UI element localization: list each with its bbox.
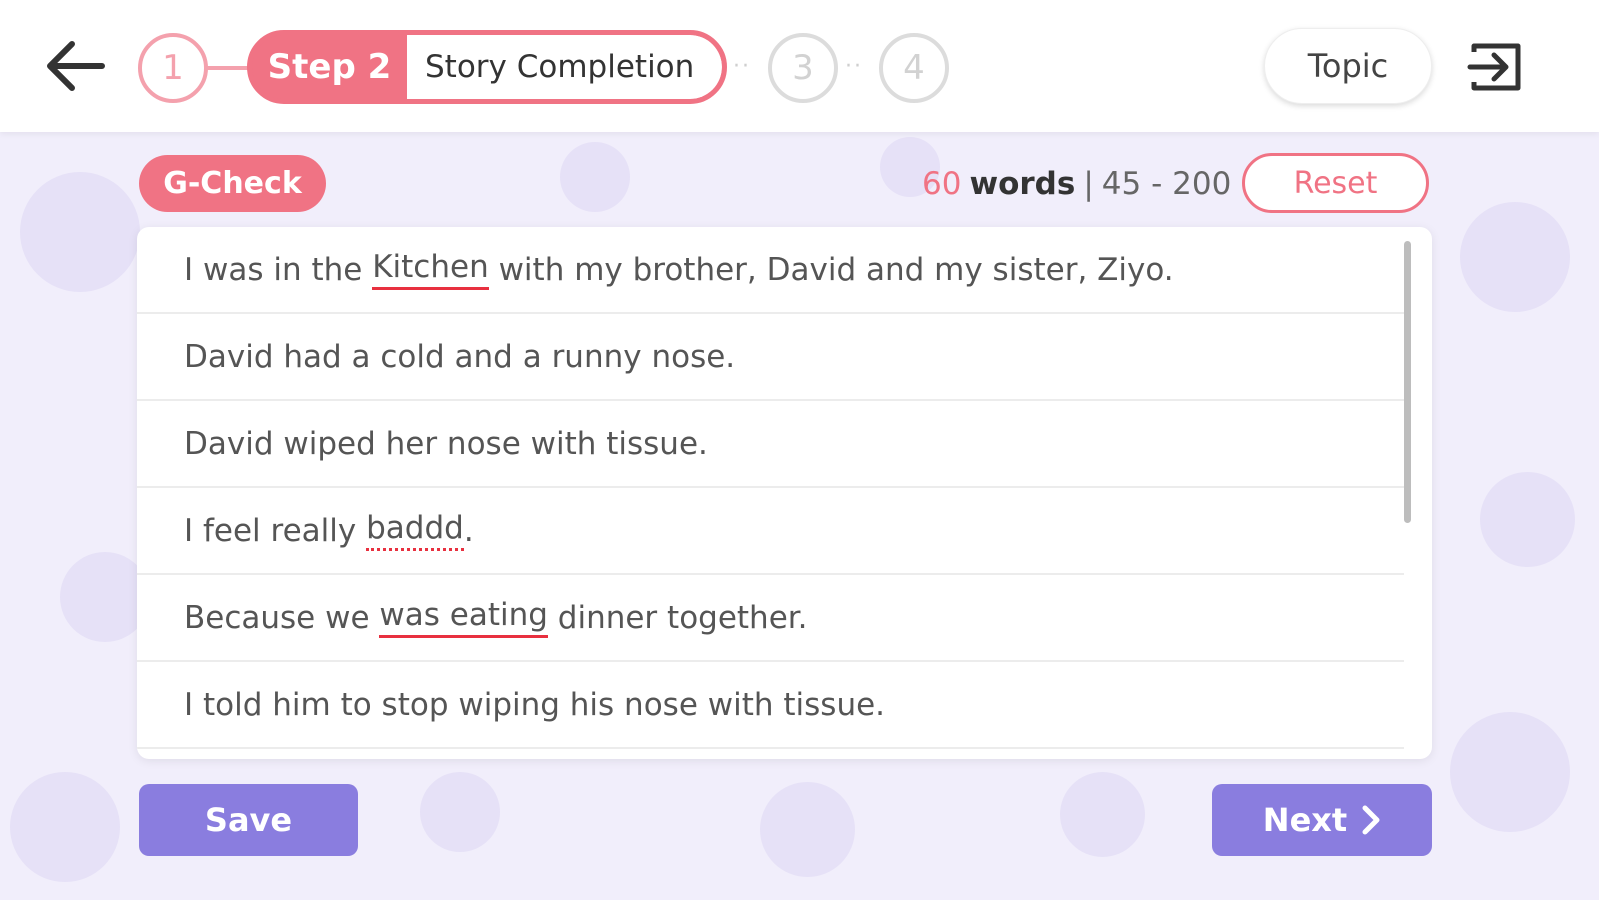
g-check-button[interactable]: G-Check — [139, 155, 326, 212]
step-4-indicator[interactable]: 4 — [879, 33, 949, 103]
step-3-number: 3 — [792, 48, 814, 88]
grammar-error-highlight[interactable]: Kitchen — [372, 249, 489, 290]
story-line[interactable]: I told him to stop wiping his nose with … — [137, 662, 1404, 749]
next-button[interactable]: Next — [1212, 784, 1432, 856]
step-4-number: 4 — [903, 48, 925, 88]
story-line[interactable]: I was in the Kitchen with my brother, Da… — [137, 227, 1404, 314]
word-count: 60 words | 45 - 200 — [922, 162, 1231, 206]
story-text: David had a cold and a runny nose. — [184, 338, 736, 375]
story-line[interactable]: David had a cold and a runny nose. — [137, 314, 1404, 401]
chevron-right-icon — [1362, 805, 1380, 835]
story-text: . — [463, 512, 474, 549]
story-line[interactable]: I feel really baddd. — [137, 488, 1404, 575]
story-text: I was in the — [184, 251, 373, 288]
word-count-label: words — [969, 166, 1076, 202]
story-editor[interactable]: I was in the Kitchen with my brother, Da… — [137, 227, 1432, 759]
step-connector — [206, 66, 252, 70]
active-step-name: Story Completion — [407, 35, 722, 99]
story-text: dinner together. — [547, 599, 808, 636]
next-button-label: Next — [1262, 801, 1348, 839]
save-button[interactable]: Save — [139, 784, 358, 856]
step-dots: ·· — [733, 54, 751, 79]
spelling-error-highlight[interactable]: baddd — [366, 510, 464, 551]
exit-icon — [1467, 43, 1521, 91]
step-1-number: 1 — [162, 48, 184, 88]
topic-button[interactable]: Topic — [1264, 28, 1432, 104]
step-3-indicator[interactable]: 3 — [768, 33, 838, 103]
story-text: I feel really — [184, 512, 367, 549]
story-text: with my brother, David and my sister, Zi… — [488, 251, 1174, 288]
exit-button[interactable] — [1466, 38, 1524, 96]
story-text: I told him to stop wiping his nose with … — [184, 686, 886, 723]
story-text: David wiped her nose with tissue. — [184, 425, 708, 462]
word-count-range: 45 - 200 — [1101, 166, 1232, 202]
story-text: Because we — [184, 599, 380, 636]
story-line[interactable]: David wiped her nose with tissue. — [137, 401, 1404, 488]
top-bar: 1 Step 2 Story Completion ·· 3 ·· 4 Topi… — [0, 0, 1599, 132]
step-1-indicator[interactable]: 1 — [138, 33, 208, 103]
grammar-error-highlight[interactable]: was eating — [379, 597, 548, 638]
scrollbar-thumb[interactable] — [1404, 241, 1411, 523]
active-step-label: Step 2 — [267, 47, 392, 87]
word-count-number: 60 — [922, 166, 962, 202]
word-count-separator: | — [1083, 166, 1094, 202]
back-button[interactable] — [44, 38, 106, 94]
story-line[interactable]: Because we was eating dinner together. — [137, 575, 1404, 662]
back-arrow-icon — [47, 41, 105, 91]
active-step-indicator: Step 2 Story Completion — [247, 30, 727, 104]
reset-button[interactable]: Reset — [1242, 153, 1429, 213]
step-dots: ·· — [845, 54, 863, 79]
